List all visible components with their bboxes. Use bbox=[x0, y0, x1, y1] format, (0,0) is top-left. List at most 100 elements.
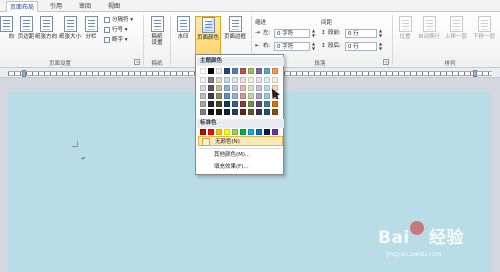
theme-color-swatch[interactable] bbox=[224, 68, 230, 74]
standard-color-swatch[interactable] bbox=[256, 129, 262, 135]
theme-color-swatch[interactable] bbox=[232, 77, 238, 83]
theme-color-swatch[interactable] bbox=[248, 85, 254, 91]
send-backward-button[interactable]: 下移一层 bbox=[470, 16, 498, 58]
no-color-item[interactable]: 无颜色(N) bbox=[198, 136, 283, 146]
standard-color-swatch[interactable] bbox=[200, 129, 206, 135]
theme-color-swatch[interactable] bbox=[200, 109, 206, 115]
spacing-before-input[interactable]: 0 行 bbox=[345, 29, 377, 38]
page-setup-dialog-launcher[interactable]: ↘ bbox=[134, 59, 140, 65]
theme-color-swatch[interactable] bbox=[208, 93, 214, 99]
draft-settings-button[interactable]: 稿纸 设置 bbox=[146, 16, 168, 58]
position-button[interactable]: 位置 bbox=[395, 16, 415, 58]
breaks-button[interactable]: 分隔符 ▾ bbox=[104, 16, 133, 24]
standard-color-swatch[interactable] bbox=[232, 129, 238, 135]
theme-color-swatch[interactable] bbox=[264, 77, 270, 83]
standard-color-swatch[interactable] bbox=[208, 129, 214, 135]
theme-color-swatch[interactable] bbox=[248, 68, 254, 74]
standard-color-swatch[interactable] bbox=[240, 129, 246, 135]
theme-color-swatch[interactable] bbox=[240, 77, 246, 83]
line-numbers-button[interactable]: 行号 ▾ bbox=[104, 26, 128, 34]
theme-color-swatch[interactable] bbox=[256, 85, 262, 91]
standard-color-swatch[interactable] bbox=[272, 129, 278, 135]
theme-color-swatch[interactable] bbox=[224, 93, 230, 99]
theme-color-swatch[interactable] bbox=[232, 109, 238, 115]
watermark-button[interactable]: 水印 bbox=[173, 16, 193, 58]
theme-color-swatch[interactable] bbox=[264, 101, 270, 107]
theme-color-swatch[interactable] bbox=[208, 85, 214, 91]
bring-forward-button[interactable]: 上移一层 bbox=[443, 16, 469, 58]
theme-color-swatch[interactable] bbox=[232, 93, 238, 99]
indent-left-input[interactable]: 0 字符 bbox=[274, 29, 310, 38]
theme-color-swatch[interactable] bbox=[208, 68, 214, 74]
paper-size-button[interactable]: 纸张大小 bbox=[58, 16, 82, 58]
theme-color-swatch[interactable] bbox=[224, 101, 230, 107]
theme-color-swatch[interactable] bbox=[208, 77, 214, 83]
theme-color-swatch[interactable] bbox=[216, 68, 222, 74]
theme-color-swatch[interactable] bbox=[264, 68, 270, 74]
theme-color-swatch[interactable] bbox=[240, 68, 246, 74]
theme-color-swatch[interactable] bbox=[232, 101, 238, 107]
theme-color-swatch[interactable] bbox=[224, 77, 230, 83]
spacing-after-spinner[interactable]: ▲ ▼ bbox=[378, 41, 383, 51]
theme-color-swatch[interactable] bbox=[216, 93, 222, 99]
spacing-after-input[interactable]: 0 行 bbox=[345, 42, 377, 51]
indent-right-input[interactable]: 0 字符 bbox=[274, 42, 310, 51]
theme-color-swatch[interactable] bbox=[200, 85, 206, 91]
theme-color-swatch[interactable] bbox=[240, 93, 246, 99]
theme-color-swatch[interactable] bbox=[264, 93, 270, 99]
theme-color-swatch[interactable] bbox=[208, 109, 214, 115]
theme-color-swatch[interactable] bbox=[248, 109, 254, 115]
theme-color-swatch[interactable] bbox=[224, 109, 230, 115]
theme-color-swatch[interactable] bbox=[272, 109, 278, 115]
theme-color-swatch[interactable] bbox=[200, 93, 206, 99]
theme-color-swatch[interactable] bbox=[248, 101, 254, 107]
indent-right-spinner[interactable]: ▲ ▼ bbox=[311, 41, 316, 51]
theme-color-swatch[interactable] bbox=[240, 109, 246, 115]
theme-color-swatch[interactable] bbox=[216, 77, 222, 83]
standard-color-swatch[interactable] bbox=[248, 129, 254, 135]
tab-review[interactable]: 审阅 bbox=[73, 1, 97, 12]
theme-color-swatch[interactable] bbox=[256, 68, 262, 74]
standard-color-swatch[interactable] bbox=[216, 129, 222, 135]
right-indent-marker[interactable] bbox=[473, 70, 477, 77]
theme-color-swatch[interactable] bbox=[224, 85, 230, 91]
theme-color-swatch[interactable] bbox=[232, 85, 238, 91]
theme-color-swatch[interactable] bbox=[248, 77, 254, 83]
theme-color-swatch[interactable] bbox=[256, 109, 262, 115]
text-direction-button[interactable]: 向 bbox=[0, 16, 14, 58]
spacing-before-spinner[interactable]: ▲ ▼ bbox=[378, 28, 383, 38]
theme-color-swatch[interactable] bbox=[256, 77, 262, 83]
orientation-button[interactable]: 纸张方向 bbox=[34, 16, 58, 58]
theme-color-swatch[interactable] bbox=[200, 101, 206, 107]
page-color-button[interactable]: 页面颜色 bbox=[195, 16, 221, 58]
theme-color-swatch[interactable] bbox=[248, 93, 254, 99]
theme-color-swatch[interactable] bbox=[256, 101, 262, 107]
page-borders-button[interactable]: 页面边框 bbox=[222, 16, 248, 58]
theme-color-swatch[interactable] bbox=[216, 109, 222, 115]
theme-color-swatch[interactable] bbox=[240, 101, 246, 107]
tab-references[interactable]: 引用 bbox=[44, 1, 68, 12]
tab-page-layout[interactable]: 页面布局 bbox=[6, 1, 38, 12]
theme-color-swatch[interactable] bbox=[216, 85, 222, 91]
hyphenation-button[interactable]: 断字 ▾ bbox=[104, 36, 128, 44]
theme-color-swatch[interactable] bbox=[200, 77, 206, 83]
left-indent-marker[interactable] bbox=[22, 70, 26, 77]
standard-color-swatch[interactable] bbox=[224, 129, 230, 135]
theme-color-swatch[interactable] bbox=[216, 101, 222, 107]
theme-color-swatch[interactable] bbox=[232, 68, 238, 74]
theme-color-swatch[interactable] bbox=[272, 101, 278, 107]
standard-color-swatch[interactable] bbox=[264, 129, 270, 135]
indent-left-spinner[interactable]: ▲ ▼ bbox=[311, 28, 316, 38]
more-colors-item[interactable]: 其他颜色(M)... bbox=[198, 150, 283, 160]
theme-color-swatch[interactable] bbox=[264, 109, 270, 115]
wrap-text-button[interactable]: 自动换行 bbox=[416, 16, 442, 58]
theme-color-swatch[interactable] bbox=[240, 85, 246, 91]
theme-color-swatch[interactable] bbox=[272, 77, 278, 83]
theme-color-swatch[interactable] bbox=[208, 101, 214, 107]
columns-button[interactable]: 分栏 bbox=[82, 16, 100, 58]
tab-view[interactable]: 视图 bbox=[102, 1, 126, 12]
theme-color-swatch[interactable] bbox=[200, 68, 206, 74]
theme-color-swatch[interactable] bbox=[256, 93, 262, 99]
paragraph-dialog-launcher[interactable]: ↘ bbox=[383, 59, 389, 65]
theme-color-swatch[interactable] bbox=[272, 68, 278, 74]
